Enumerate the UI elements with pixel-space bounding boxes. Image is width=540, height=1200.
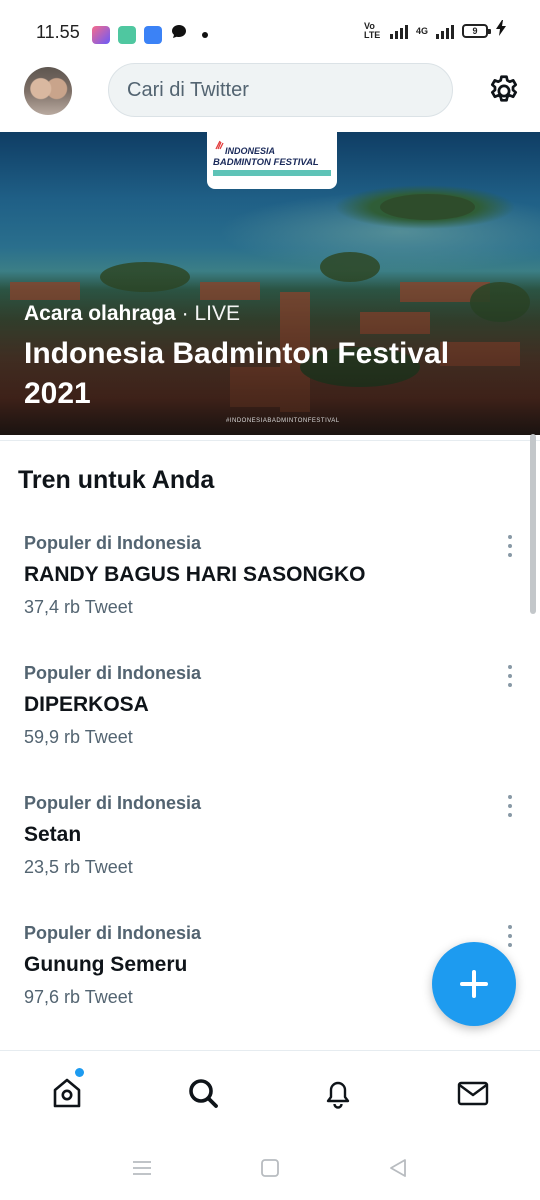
nav-notifications[interactable] (318, 1073, 358, 1113)
section-title: Tren untuk Anda (18, 466, 215, 494)
more-options-icon[interactable] (505, 925, 515, 947)
trend-context: Populer di Indonesia (24, 663, 202, 683)
profile-avatar[interactable] (24, 67, 72, 115)
event-logo: INDONESIA BADMINTON FESTIVAL (207, 132, 337, 189)
home-icon (53, 1078, 81, 1108)
nav-messages[interactable] (453, 1073, 493, 1113)
more-options-icon[interactable] (505, 665, 515, 687)
volte-indicator: Vo LTE (363, 20, 381, 40)
trend-item[interactable]: Populer di Indonesia Setan 23,5 rb Tweet (0, 793, 540, 923)
trend-context: Populer di Indonesia (24, 793, 202, 813)
event-hashtag: #INDONESIABADMINTONFESTIVAL (226, 418, 340, 424)
event-live-status: LIVE (194, 302, 240, 325)
gear-icon (490, 75, 518, 102)
notification-dot (75, 1068, 84, 1077)
network-type: 4G (415, 25, 428, 36)
event-logo-line1: INDONESIA (225, 146, 276, 156)
square-icon (261, 1159, 279, 1177)
trend-context: Populer di Indonesia (24, 923, 202, 943)
nav-home[interactable] (47, 1073, 87, 1113)
event-logo-stripe (213, 170, 331, 176)
event-title: Indonesia Badminton Festival 2021 (24, 337, 450, 410)
trend-context: Populer di Indonesia (24, 533, 202, 553)
home-button[interactable] (258, 1156, 282, 1180)
dot-icon (202, 31, 208, 38)
status-bar: 11.55 Vo LTE 4G 9 (0, 0, 540, 62)
search-input[interactable]: Cari di Twitter (108, 63, 453, 117)
section-divider (0, 440, 540, 441)
mail-icon (457, 1081, 489, 1106)
search-placeholder: Cari di Twitter (127, 79, 249, 101)
android-icon (144, 25, 162, 44)
signal-icon (389, 23, 408, 39)
nav-search[interactable] (183, 1073, 223, 1113)
bell-icon (326, 1081, 350, 1109)
trend-item[interactable]: Populer di Indonesia DIPERKOSA 59,9 rb T… (0, 663, 540, 793)
charging-icon (496, 20, 506, 41)
app-notification-icon (118, 25, 136, 44)
more-options-icon[interactable] (505, 795, 515, 817)
shuttlecock-icon (215, 140, 224, 150)
system-navigation (0, 1136, 540, 1200)
menu-icon (133, 1161, 151, 1175)
app-notification-icon (92, 25, 110, 44)
settings-button[interactable] (486, 73, 522, 109)
back-button[interactable] (386, 1156, 410, 1180)
meta-separator: · (181, 302, 189, 325)
event-category: Acara olahraga (24, 302, 176, 325)
compose-tweet-button[interactable] (432, 942, 516, 1026)
trend-tweet-count: 23,5 rb Tweet (24, 857, 133, 877)
trend-item[interactable]: Populer di Indonesia RANDY BAGUS HARI SA… (0, 533, 540, 663)
chat-bubble-icon (170, 23, 188, 46)
back-triangle-icon (390, 1159, 406, 1177)
trend-name: Gunung Semeru (24, 953, 188, 976)
trend-name: RANDY BAGUS HARI SASONGKO (24, 563, 366, 586)
event-logo-line2: BADMINTON FESTIVAL (213, 157, 319, 168)
trend-tweet-count: 37,4 rb Tweet (24, 597, 133, 617)
battery-icon: 9 (462, 23, 491, 38)
more-options-icon[interactable] (505, 535, 515, 557)
signal-icon (436, 23, 454, 39)
status-indicators: Vo LTE 4G 9 (364, 20, 506, 41)
explore-header: Cari di Twitter (0, 62, 540, 132)
trend-name: DIPERKOSA (24, 693, 149, 716)
bottom-navigation (0, 1050, 540, 1136)
scrollbar[interactable] (530, 434, 536, 614)
trend-tweet-count: 59,9 rb Tweet (24, 727, 133, 747)
featured-event-card[interactable]: INDONESIA BADMINTON FESTIVAL Acara olahr… (0, 132, 540, 435)
recents-button[interactable] (130, 1156, 154, 1180)
trend-name: Setan (24, 823, 82, 846)
status-time: 11.55 (36, 22, 80, 42)
status-notification-icons (92, 23, 208, 46)
trend-tweet-count: 97,6 rb Tweet (24, 987, 133, 1007)
event-meta: Acara olahraga · LIVE (24, 302, 240, 326)
search-icon (189, 1079, 218, 1108)
